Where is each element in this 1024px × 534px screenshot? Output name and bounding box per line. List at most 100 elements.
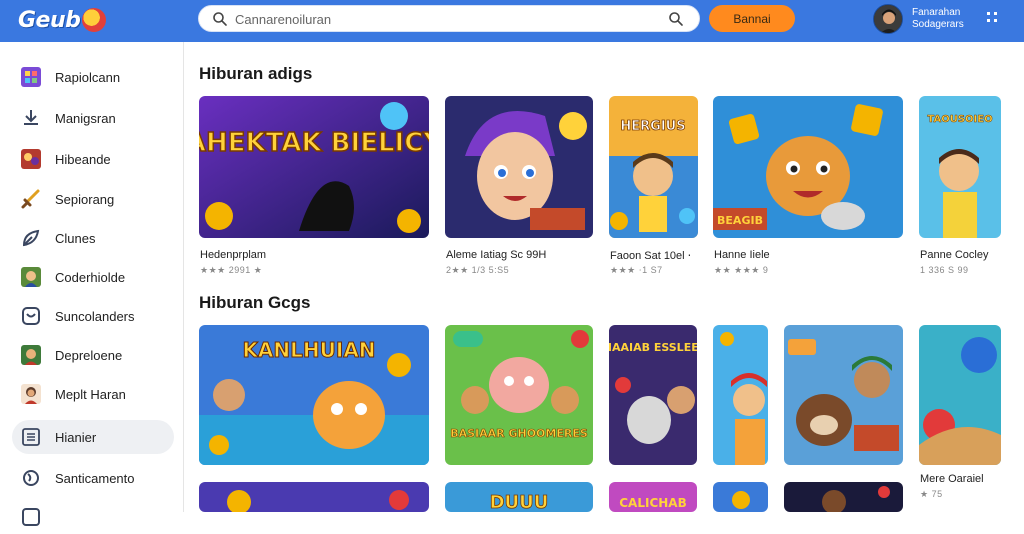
- svg-text:CALICHAB: CALICHAB: [619, 496, 687, 510]
- game-thumbnail: KIAAIAB ESSLEES: [609, 325, 697, 465]
- user-avatar-icon: [874, 5, 902, 33]
- game-thumbnail: KANLHUIAN: [199, 325, 429, 465]
- game-title: Hedenprplam: [200, 249, 267, 261]
- sidebar-item-label: Depreloene: [55, 347, 123, 363]
- sidebar-item-5[interactable]: Clunes: [12, 221, 174, 255]
- game-rating: 1 336 S 99: [920, 265, 969, 275]
- sidebar-item-12[interactable]: [12, 500, 174, 534]
- game-card[interactable]: [713, 482, 768, 512]
- svg-text:AHEKTAK BIELICY: AHEKTAK BIELICY: [199, 128, 429, 158]
- game-thumbnail: [713, 482, 768, 512]
- game-rating: ★★ ★★★ 9: [714, 265, 769, 275]
- game-card[interactable]: [919, 325, 1001, 465]
- leaf-icon: [22, 229, 40, 247]
- game-thumbnail: [445, 96, 593, 238]
- sidebar-item-label: Meplt Haran: [55, 386, 126, 402]
- game-card[interactable]: BEAGIB: [713, 96, 903, 238]
- game-card[interactable]: [784, 482, 903, 512]
- game-title: Mere Oaraiel: [920, 473, 984, 485]
- sidebar-item-label: Suncolanders: [55, 308, 135, 324]
- search-icon: [213, 12, 227, 26]
- download-icon: [24, 110, 38, 125]
- game-card[interactable]: CALICHAB: [609, 482, 697, 512]
- game-title: Hanne Iiele: [714, 249, 770, 261]
- apps-grid-icon: [21, 67, 41, 87]
- game-thumbnail: DUUU: [445, 482, 593, 512]
- game-rating: 2★★ 1/3 5:S5: [446, 265, 510, 275]
- game-thumbnail: [713, 325, 768, 465]
- game-thumbnail: AHEKTAK BIELICY: [199, 96, 429, 238]
- sidebar-item-10[interactable]: Hianier: [12, 420, 174, 454]
- sidebar-item-label: Clunes: [55, 230, 96, 246]
- section-title: Hiburan adigs: [199, 64, 313, 83]
- sidebar-item-label: Sepiorang: [55, 191, 115, 207]
- game-thumbnail: TAOUSOIEO: [919, 96, 1001, 238]
- game-card[interactable]: BASIAAR GHOOMERES: [445, 325, 593, 465]
- game-card[interactable]: KIAAIAB ESSLEES: [609, 325, 697, 465]
- game-title: Aleme Iatiag Sc 99H: [446, 249, 547, 261]
- shield-icon: [22, 307, 40, 325]
- character-thumb-icon: [21, 267, 41, 287]
- svg-text:KIAAIAB ESSLEES: KIAAIAB ESSLEES: [609, 341, 697, 354]
- game-card[interactable]: TAOUSOIEO: [919, 96, 1001, 238]
- game-thumbnail: HERGIUS: [609, 96, 698, 238]
- logo-text: Geub: [18, 7, 81, 33]
- svg-text:TAOUSOIEO: TAOUSOIEO: [927, 114, 992, 125]
- sidebar-item-7[interactable]: Suncolanders: [12, 299, 174, 333]
- game-card[interactable]: [199, 482, 429, 512]
- sidebar-item-1[interactable]: Rapiolcann: [12, 60, 174, 94]
- sidebar-item-9[interactable]: Meplt Haran: [12, 377, 174, 411]
- sidebar-item-6[interactable]: Coderhiolde: [12, 260, 174, 294]
- app-logo[interactable]: Geub: [18, 6, 107, 34]
- game-card[interactable]: KANLHUIAN: [199, 325, 429, 465]
- game-rating: ★ 75: [920, 489, 943, 499]
- list-icon: [22, 428, 40, 446]
- search-submit-icon[interactable]: [668, 11, 684, 27]
- game-card[interactable]: [713, 325, 768, 465]
- user-avatar[interactable]: [873, 4, 903, 34]
- sidebar-item-label: Santicamento: [55, 470, 135, 486]
- game-thumbnail: BEAGIB: [713, 96, 903, 238]
- user-name: Fanarahan: [912, 7, 961, 18]
- sidebar-item-8[interactable]: Depreloene: [12, 338, 174, 372]
- svg-text:BEAGIB: BEAGIB: [717, 214, 763, 227]
- sidebar-item-11[interactable]: Santicamento: [12, 461, 174, 495]
- apps-menu-icon[interactable]: [986, 11, 998, 23]
- game-title: Panne Cocley: [920, 249, 989, 261]
- svg-text:HERGIUS: HERGIUS: [620, 119, 685, 134]
- globe-icon: [23, 470, 39, 486]
- user-subtitle: Sodagerars: [912, 19, 964, 30]
- top-bar: Geub Bannai Fanarahan Sodagerars: [0, 0, 1024, 42]
- game-thumbnail: [919, 325, 1001, 465]
- sidebar: Rapiolcann Manigsran Hibeande Sepiorang …: [0, 42, 184, 526]
- game-card[interactable]: DUUU: [445, 482, 593, 512]
- avatar-thumb-icon: [21, 345, 41, 365]
- sword-icon: [21, 189, 40, 209]
- game-card[interactable]: HERGIUS: [609, 96, 698, 238]
- game-thumbnail: [784, 325, 903, 465]
- svg-text:DUUU: DUUU: [490, 492, 549, 512]
- sidebar-item-label: Hianier: [55, 429, 97, 445]
- game-thumbnail: [199, 482, 429, 512]
- sidebar-item-4[interactable]: Sepiorang: [12, 182, 174, 216]
- game-title: Faoon Sat 10el ⋅: [610, 250, 692, 262]
- game-rating: ★★★ 2991 ★: [200, 265, 263, 275]
- sidebar-item-label: Manigsran: [55, 110, 116, 126]
- sidebar-item-2[interactable]: Manigsran: [12, 101, 174, 135]
- game-thumbnail: [784, 482, 903, 512]
- game-thumbnail: BASIAAR GHOOMERES: [445, 325, 593, 465]
- search-input[interactable]: [235, 10, 655, 28]
- section-title: Hiburan Gcgs: [199, 293, 311, 312]
- game-card[interactable]: [445, 96, 593, 238]
- game-thumbnail: CALICHAB: [609, 482, 697, 512]
- primary-cta-button[interactable]: Bannai: [709, 5, 795, 32]
- game-card[interactable]: AHEKTAK BIELICY: [199, 96, 429, 238]
- person-thumb-icon: [21, 384, 41, 404]
- logo-mascot-icon: [82, 8, 107, 32]
- svg-text:BASIAAR GHOOMERES: BASIAAR GHOOMERES: [450, 427, 588, 440]
- sidebar-item-3[interactable]: Hibeande: [12, 142, 174, 176]
- sidebar-item-label: Rapiolcann: [55, 69, 121, 85]
- game-card[interactable]: [784, 325, 903, 465]
- svg-text:KANLHUIAN: KANLHUIAN: [242, 338, 375, 362]
- search-bar[interactable]: [198, 5, 700, 32]
